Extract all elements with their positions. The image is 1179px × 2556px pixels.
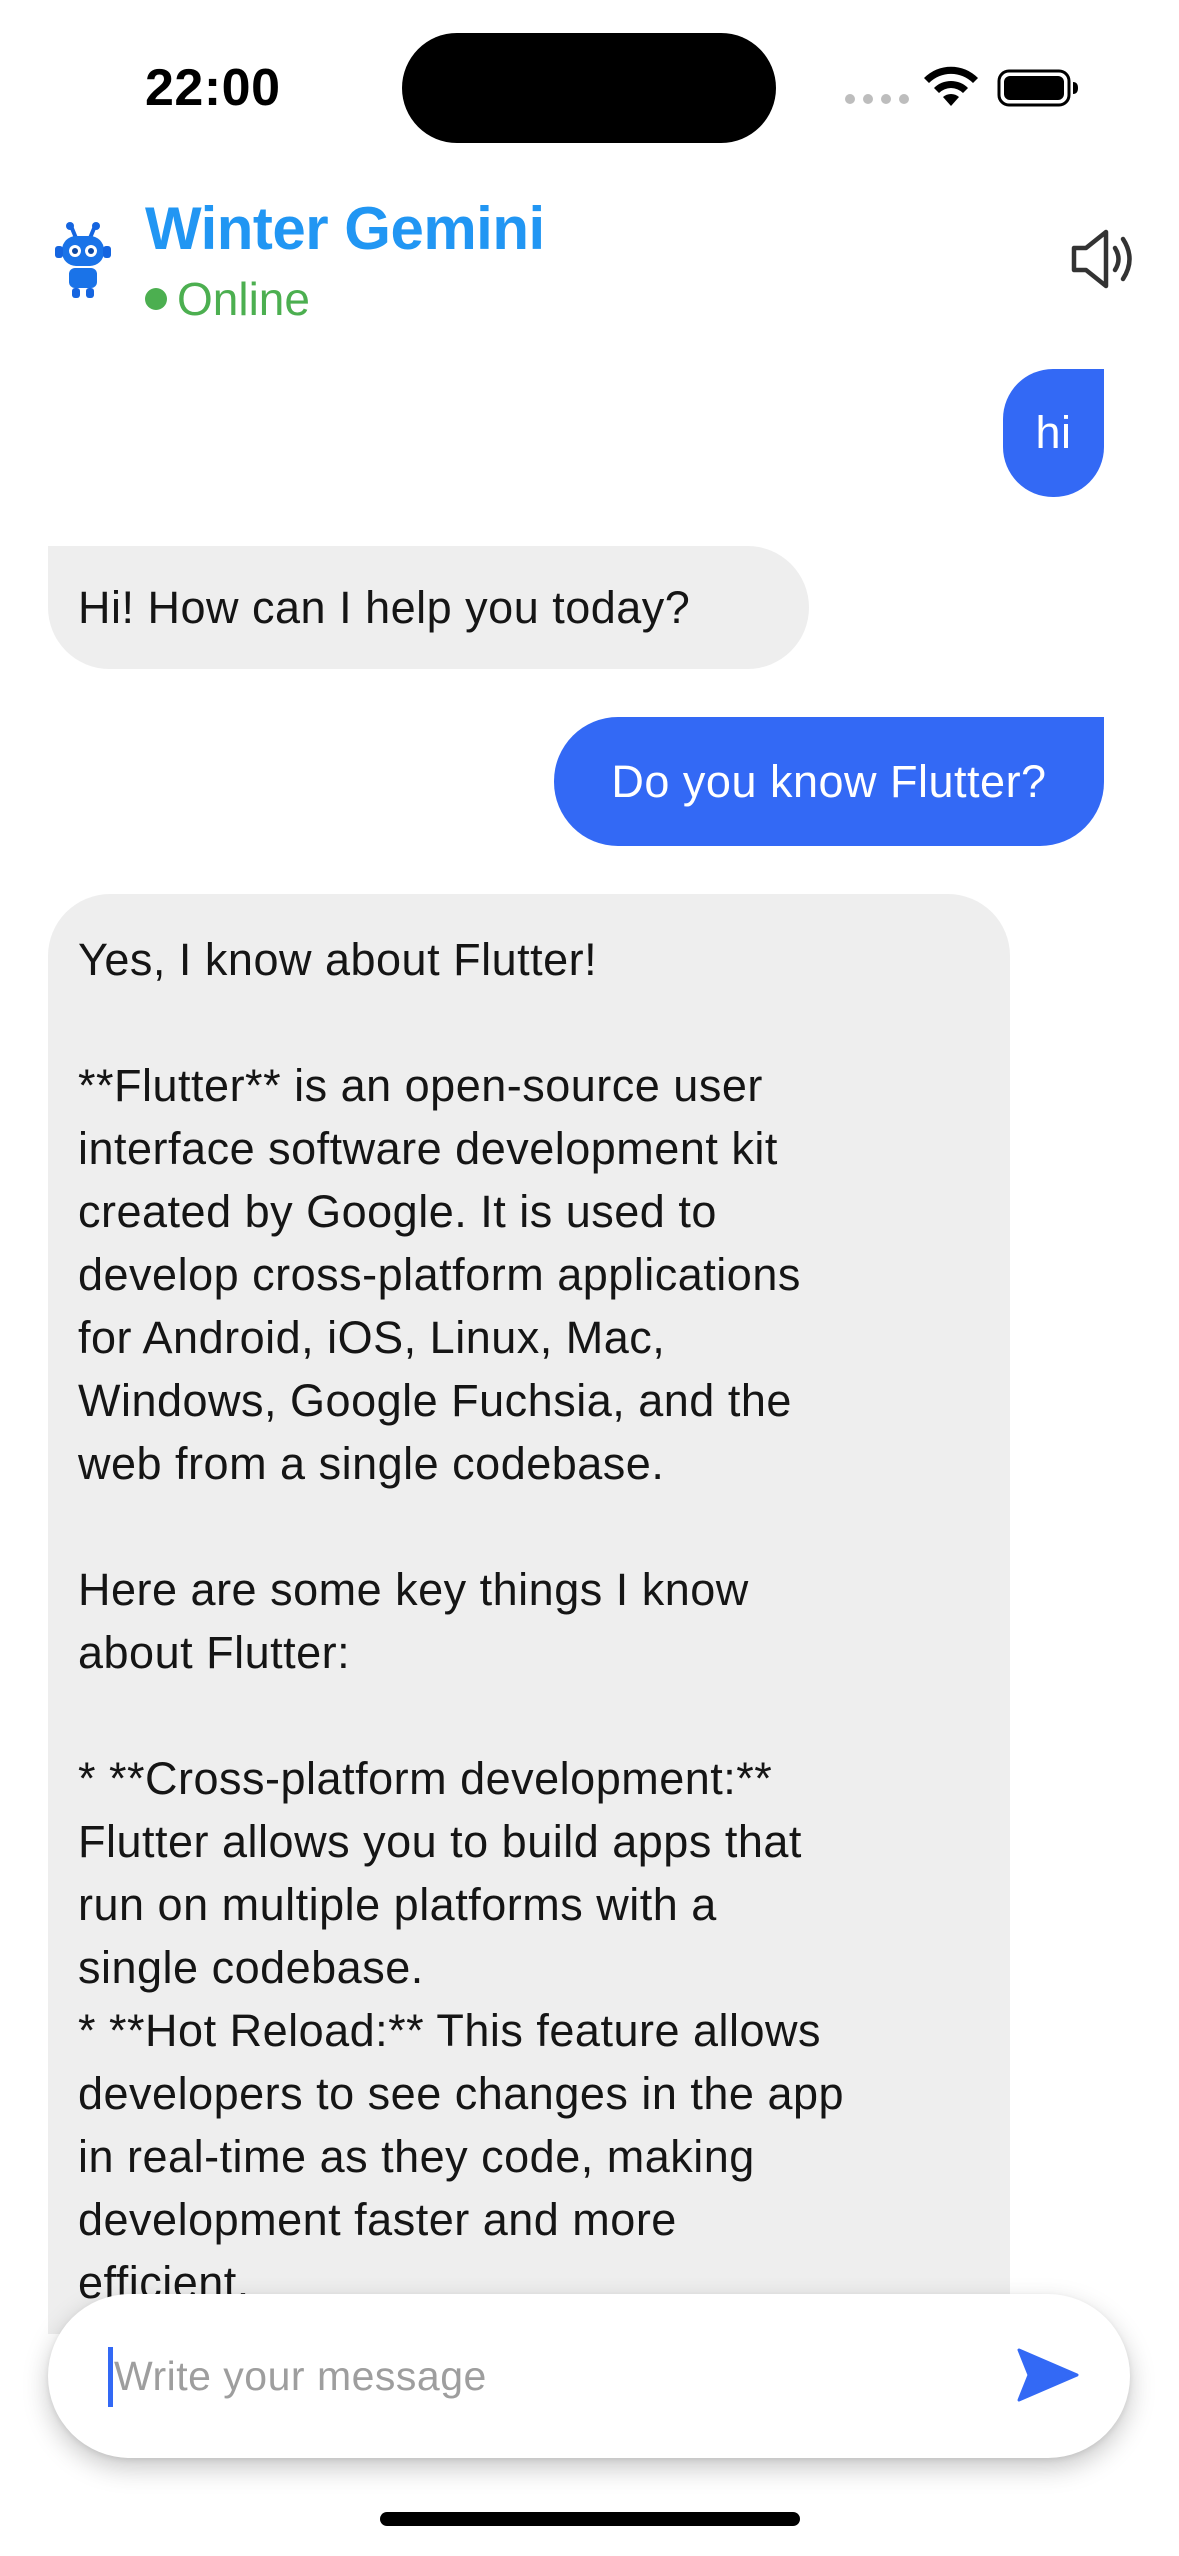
- online-status-label: Online: [177, 273, 310, 325]
- status-time: 22:00: [145, 59, 281, 117]
- dynamic-island: [402, 33, 776, 143]
- battery-icon: [997, 69, 1078, 107]
- online-status: Online: [145, 272, 310, 326]
- message-paragraph: Here are some key things I know about Fl…: [78, 1564, 749, 1678]
- bot-message: Yes, I know about Flutter! **Flutter** i…: [48, 894, 1010, 2334]
- message-composer: [48, 2294, 1130, 2458]
- message-text: Hi! How can I help you today?: [78, 581, 691, 633]
- send-icon[interactable]: [1013, 2340, 1083, 2410]
- text-caret: [108, 2347, 113, 2407]
- signal-dots-icon: [845, 94, 909, 104]
- message-input[interactable]: [114, 2346, 974, 2406]
- message-paragraph: * **Cross-platform development:** Flutte…: [78, 1753, 845, 2308]
- user-message: hi: [1003, 369, 1104, 497]
- wifi-icon: [924, 66, 978, 106]
- speaker-icon[interactable]: [1068, 226, 1140, 292]
- message-paragraph: Yes, I know about Flutter!: [78, 934, 598, 985]
- online-dot-icon: [145, 288, 167, 310]
- message-text: Do you know Flutter?: [611, 755, 1047, 807]
- message-paragraph: **Flutter** is an open-source user inter…: [78, 1060, 801, 1489]
- home-indicator[interactable]: [380, 2512, 800, 2526]
- bot-message: Hi! How can I help you today?: [48, 546, 809, 669]
- chat-title: Winter Gemini: [145, 195, 545, 262]
- message-text: hi: [1035, 407, 1072, 458]
- user-message: Do you know Flutter?: [554, 717, 1104, 846]
- robot-icon: [55, 222, 111, 298]
